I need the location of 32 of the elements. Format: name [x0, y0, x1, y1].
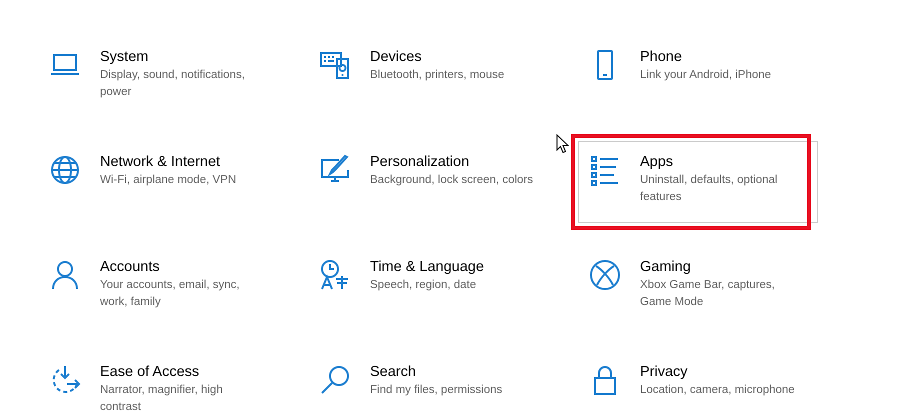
mouse-pointer-icon	[556, 134, 569, 154]
category-description: Find my files, permissions	[370, 383, 504, 398]
category-title[interactable]: Network & Internet	[100, 152, 265, 172]
clock-letters-icon	[319, 259, 351, 291]
list-icon	[589, 154, 621, 186]
globe-icon	[49, 154, 81, 186]
category-title[interactable]: Personalization	[370, 152, 535, 172]
category-description: Speech, region, date	[370, 278, 478, 293]
category-description: Wi-Fi, airplane mode, VPN	[100, 173, 238, 188]
category-description: Link your Android, iPhone	[640, 68, 772, 83]
category-description: Background, lock screen, colors	[370, 173, 534, 188]
category-title[interactable]: Apps	[640, 152, 805, 172]
category-description: Your accounts, email, sync, work, family	[100, 278, 241, 310]
category-title[interactable]: Accounts	[100, 257, 265, 277]
category-description: Bluetooth, printers, mouse	[370, 68, 506, 83]
category-description: Xbox Game Bar, captures, Game Mode	[640, 278, 776, 310]
category-title[interactable]: Gaming	[640, 257, 805, 277]
category-description: Display, sound, notifications, power	[100, 68, 246, 100]
category-title[interactable]: Search	[370, 362, 535, 382]
category-title[interactable]: Phone	[640, 47, 805, 67]
category-description: Location, camera, microphone	[640, 383, 796, 398]
category-title[interactable]: Time & Language	[370, 257, 535, 277]
category-description: Narrator, magnifier, high contrast	[100, 383, 224, 415]
category-title[interactable]: Ease of Access	[100, 362, 265, 382]
xbox-icon	[589, 259, 621, 291]
category-title[interactable]: Privacy	[640, 362, 805, 382]
category-title[interactable]: System	[100, 47, 265, 67]
keyboard-speaker-icon	[319, 49, 351, 81]
search-icon	[319, 364, 351, 396]
category-description: Uninstall, defaults, optional features	[640, 173, 778, 205]
person-icon	[49, 259, 81, 291]
category-title[interactable]: Devices	[370, 47, 535, 67]
